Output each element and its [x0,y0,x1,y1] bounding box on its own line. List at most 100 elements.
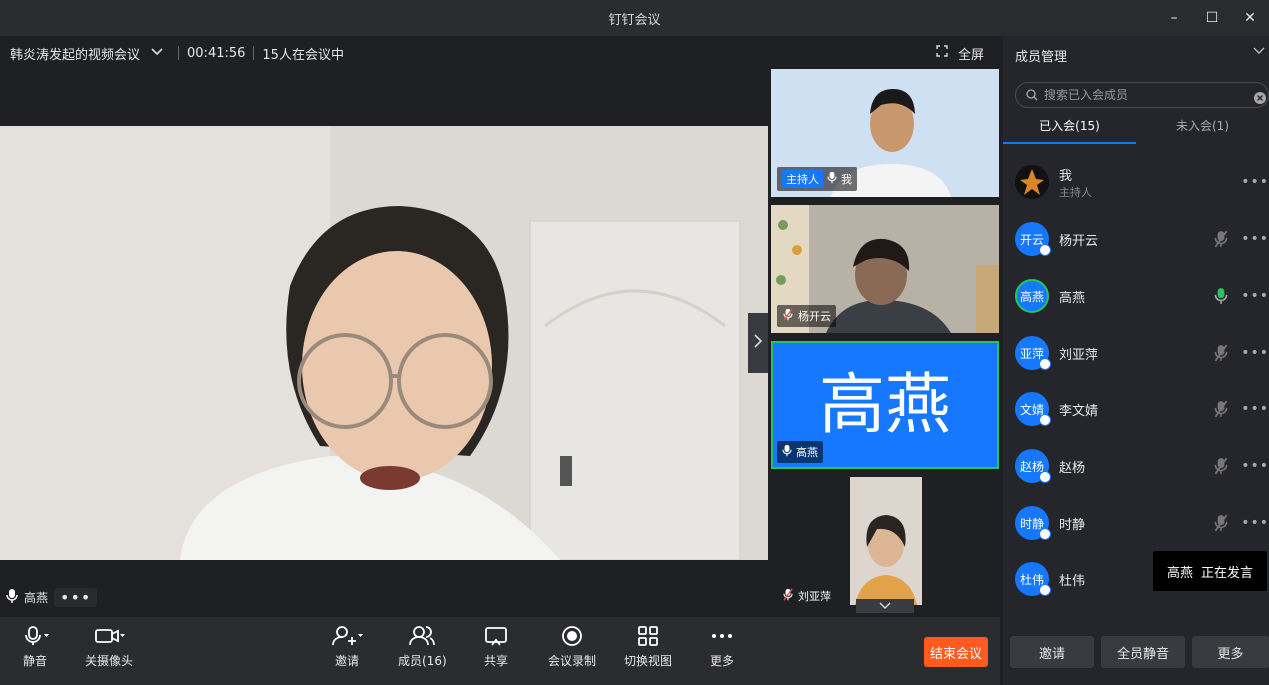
member-name: 高燕 [1059,290,1086,306]
chevron-down-icon[interactable] [150,47,164,60]
member-name: 李文婧 [1059,403,1099,419]
member-role: 主持人 [1059,185,1092,199]
collapse-thumbnails-button[interactable] [748,313,768,373]
invite-panel-button[interactable]: 邀请 [1010,636,1094,668]
mic-muted-icon[interactable] [1211,400,1231,418]
more-options-button[interactable]: ••• [54,588,98,607]
thumbnail-label: 主持人 我 [777,167,857,191]
member-row[interactable]: 赵杨 赵杨 ••• [1015,446,1269,486]
thumbnail-tile-active[interactable]: 高燕 高燕 [771,341,999,469]
search-icon [1026,86,1038,105]
avatar-big-text: 高燕 [819,366,951,443]
record-button[interactable]: 会议录制 [548,625,596,669]
mic-muted-icon[interactable] [1211,230,1231,248]
panel-more-button[interactable]: 更多 [1192,636,1269,668]
mute-button[interactable]: 静音 [20,625,50,669]
member-more-button[interactable]: ••• [1241,458,1269,474]
scroll-down-button[interactable] [856,599,914,613]
tab-joined[interactable]: 已入会(15) [1003,116,1136,144]
member-row[interactable]: 时静 时静 ••• [1015,503,1269,543]
member-more-button[interactable]: ••• [1241,231,1269,247]
camera-icon [95,629,125,643]
member-row[interactable]: 文婧 李文婧 ••• [1015,389,1269,429]
thumbnail-name: 杨开云 [798,310,831,323]
tooltip-status: 正在发言 [1201,565,1254,581]
mute-all-button[interactable]: 全员静音 [1101,636,1185,668]
record-label: 会议录制 [548,654,597,668]
camera-label: 关摄像头 [85,654,134,668]
share-button[interactable]: 共享 [484,625,508,669]
switch-view-button[interactable]: 切换视图 [624,625,672,669]
meeting-info-bar: 韩炎涛发起的视频会议 00:41:56 15人在会议中 全屏 [0,36,1000,70]
host-tag: 主持人 [782,170,823,188]
member-row[interactable]: 开云 杨开云 ••• [1015,219,1269,259]
member-tabs: 已入会(15) 未入会(1) [1003,116,1269,144]
thumbnail-name: 我 [841,173,852,186]
mic-icon [6,588,18,607]
member-more-button[interactable]: ••• [1241,288,1269,304]
chevron-right-icon [753,333,763,353]
window-controls: – ☐ ✕ [1155,0,1269,36]
mic-icon [782,444,792,460]
meeting-duration: 00:41:56 [187,45,246,61]
member-more-button[interactable]: ••• [1241,174,1269,190]
main-video[interactable] [0,126,768,560]
invite-button[interactable]: 邀请 [330,625,364,669]
more-button[interactable]: 更多 [710,625,734,669]
member-name: 我 [1059,168,1073,184]
member-row[interactable]: 亚萍 刘亚萍 ••• [1015,333,1269,373]
main-speaker-name: 高燕 [24,591,49,605]
avatar: 文婧 [1015,392,1051,426]
bottom-toolbar: 静音 关摄像头 邀请 成员(16) 共享 会议录制 切换视图 更多 结束会议 [0,617,1000,685]
thumbnail-tile[interactable]: 刘亚萍 [771,477,999,613]
members-button[interactable]: 成员(16) [398,625,447,669]
end-meeting-button[interactable]: 结束会议 [924,637,988,667]
fullscreen-button[interactable]: 全屏 [936,36,984,70]
meeting-title[interactable]: 韩炎涛发起的视频会议 [10,44,140,63]
avatar: 高燕 [1015,279,1049,313]
member-row[interactable]: 高燕 高燕 ••• [1015,276,1269,316]
thumbnail-name: 高燕 [796,446,818,459]
close-button[interactable]: ✕ [1231,0,1269,36]
fullscreen-icon [936,45,948,61]
mic-speaking-icon[interactable] [1211,287,1231,305]
search-input[interactable] [1044,88,1244,102]
mic-muted-icon[interactable] [1211,344,1231,362]
member-more-button[interactable]: ••• [1241,515,1269,531]
title-bar: 钉钉会议 – ☐ ✕ [0,0,1269,36]
mic-muted-icon [782,588,794,604]
member-more-button[interactable]: ••• [1241,345,1269,361]
switch-view-label: 切换视图 [624,654,673,668]
chevron-down-icon[interactable] [1253,44,1265,59]
maximize-button[interactable]: ☐ [1193,0,1231,36]
add-user-icon [332,626,363,646]
thumbnail-label: 刘亚萍 [777,585,836,607]
invite-label: 邀请 [334,654,359,668]
participants-status: 15人在会议中 [262,47,344,63]
member-more-button[interactable]: ••• [1241,401,1269,417]
avatar: 时静 [1015,506,1051,540]
record-icon [562,626,582,646]
avatar: 开云 [1015,222,1051,256]
thumbnail-tile[interactable]: 杨开云 [771,205,999,333]
members-label: 成员(16) [398,654,447,668]
thumbnail-tile[interactable]: 主持人 我 [771,69,999,197]
member-name: 时静 [1059,517,1086,533]
thumbnail-label: 杨开云 [777,305,836,327]
member-row[interactable]: 我 主持人 ••• [1015,162,1269,202]
camera-button[interactable]: 关摄像头 [85,625,133,669]
member-name: 赵杨 [1059,460,1086,476]
minimize-button[interactable]: – [1155,0,1193,36]
speaker-video-frame [0,126,768,560]
mic-muted-icon[interactable] [1211,514,1231,532]
member-name: 刘亚萍 [1059,347,1099,363]
share-screen-icon [485,627,507,646]
avatar: 赵杨 [1015,449,1051,483]
clear-icon[interactable] [1254,89,1266,108]
tab-not-joined[interactable]: 未入会(1) [1136,116,1269,144]
mic-icon [25,626,49,645]
mute-label: 静音 [22,654,47,668]
share-label: 共享 [484,654,509,668]
mic-muted-icon[interactable] [1211,457,1231,475]
member-search [1015,82,1269,108]
